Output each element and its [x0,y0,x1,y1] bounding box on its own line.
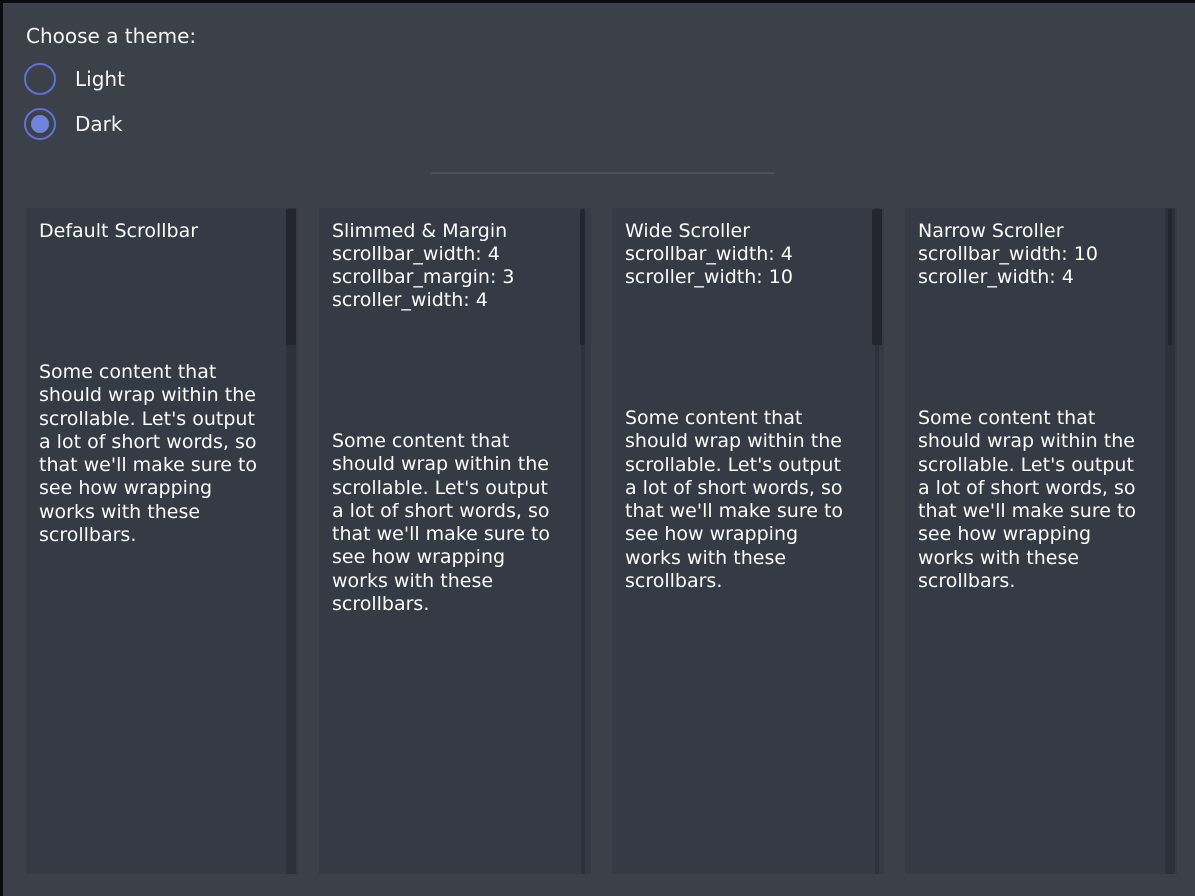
radio-option-light[interactable]: Light [24,63,125,95]
panel-title: Default Scrollbar [39,220,277,243]
spacer [39,243,298,361]
panel-paragraph: Some content that should wrap within the… [39,361,279,547]
panel-property: scroller_width: 4 [332,289,570,312]
panel-paragraph: Some content that should wrap within the… [918,407,1158,593]
radio-circle-icon[interactable] [24,63,56,95]
scrollbar-thumb[interactable] [1168,209,1172,345]
panel-property: scrollbar_width: 4 [332,243,570,266]
panel-property: scrollbar_margin: 3 [332,266,570,289]
spacer [332,312,591,430]
panel-property: scroller_width: 10 [625,266,863,289]
scrollbar-thumb[interactable] [872,209,882,345]
radio-selected-dot-icon [31,115,49,133]
panel-paragraph: Some content that should wrap within the… [625,407,865,593]
panel-title: Wide Scroller [625,220,863,243]
scrollable-default[interactable]: Default Scrollbar Some content that shou… [26,208,298,874]
radio-option-dark[interactable]: Dark [24,108,122,140]
scrollables-row: Default Scrollbar Some content that shou… [26,208,1178,874]
panel-paragraph: Some content that should wrap within the… [332,430,572,616]
panel-property: scrollbar_width: 4 [625,243,863,266]
panel-title: Slimmed & Margin [332,220,570,243]
spacer [625,289,884,407]
panel-property: scroller_width: 4 [918,266,1156,289]
radio-circle-icon[interactable] [24,108,56,140]
spacer [918,289,1177,407]
radio-label-dark: Dark [75,112,122,136]
scrollable-wide-scroller[interactable]: Wide Scroller scrollbar_width: 4 scrolle… [612,208,884,874]
radio-label-light: Light [75,67,125,91]
theme-chooser-title: Choose a theme: [26,24,196,48]
panel-property: scrollbar_width: 10 [918,243,1156,266]
panel-title: Narrow Scroller [918,220,1156,243]
scrollable-slimmed-margin[interactable]: Slimmed & Margin scrollbar_width: 4 scro… [319,208,591,874]
scrollbar-thumb[interactable] [286,209,296,345]
scrollable-narrow-scroller[interactable]: Narrow Scroller scrollbar_width: 10 scro… [905,208,1177,874]
scrollbar-thumb[interactable] [580,209,585,345]
page-root: Choose a theme: Light Dark Default Scrol… [0,0,1195,896]
horizontal-rule [431,172,775,174]
